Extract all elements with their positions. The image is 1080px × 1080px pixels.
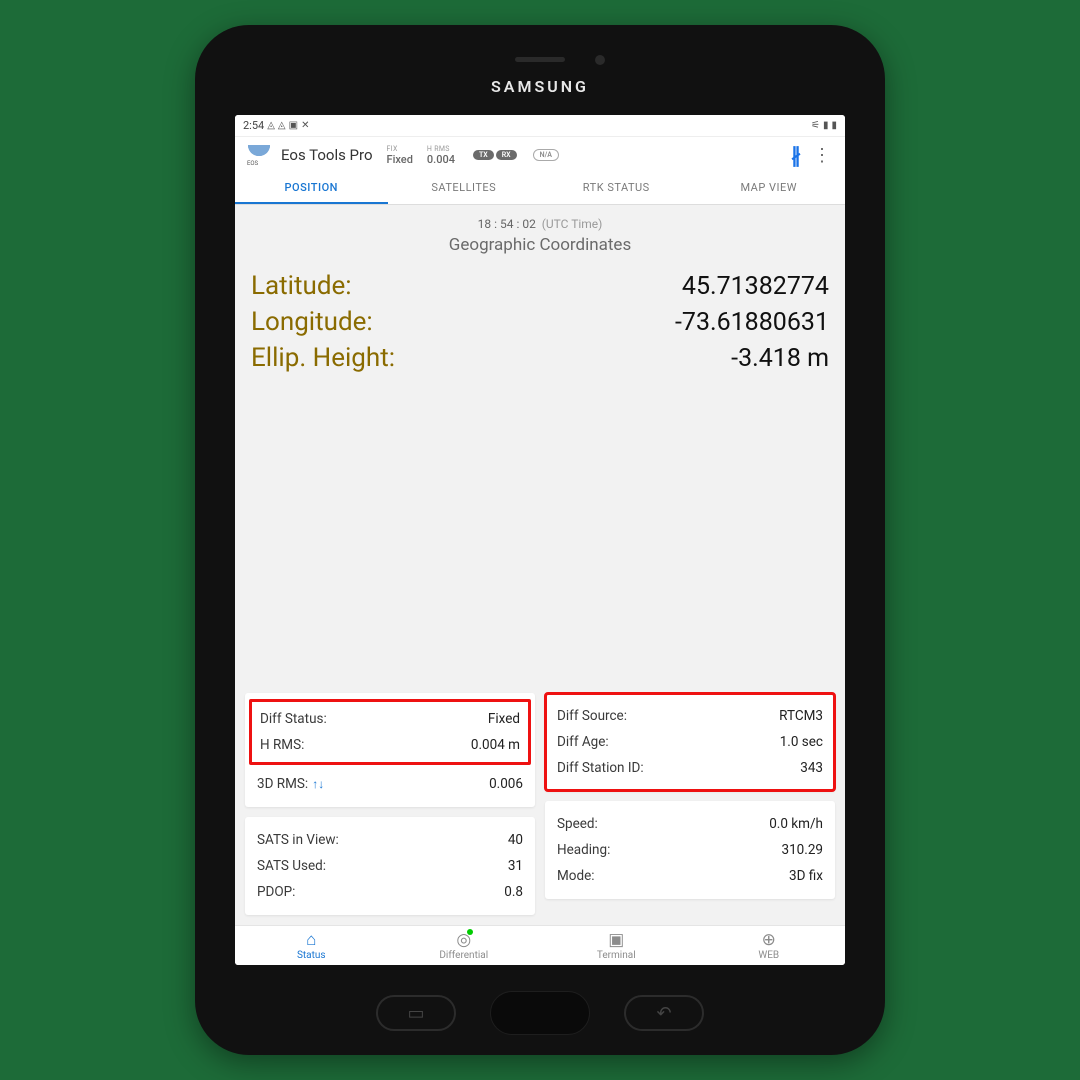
tab-position[interactable]: POSITION [235,171,388,204]
header-fix-status: FIX Fixed [387,145,413,166]
diff-station-label: Diff Station ID: [557,760,644,776]
android-statusbar: 2:54 ◬ ◬ ▣ ✕ ⚟ ▮ ▮ [235,115,845,137]
tab-satellites[interactable]: SATELLITES [388,171,541,204]
eos-logo-icon [245,145,273,165]
hrms-value: 0.004 m [471,737,520,753]
latitude-value: 45.71382774 [682,272,829,301]
diff-status-value: Fixed [488,711,520,727]
header-hrms: H RMS 0.004 [427,145,455,166]
device-brand: SAMSUNG [195,77,885,96]
3drms-label: 3D RMS: [257,776,308,792]
diff-source-label: Diff Source: [557,708,627,724]
coord-latitude: Latitude: 45.71382774 [251,271,829,301]
sats-used-value: 31 [508,858,523,874]
heading-value: 310.29 [782,842,824,858]
card-sats: SATS in View: 40 SATS Used: 31 PDOP: 0.8 [245,817,535,915]
hrms-label: H RMS [427,145,450,153]
diff-status-label: Diff Status: [260,711,327,727]
bottom-nav: ⌂ Status ◎ Differential ▣ Terminal ⊕ WEB [235,925,845,965]
device-speaker [515,57,565,62]
ellip-height-label: Ellip. Height: [251,343,395,373]
nav-status-label: Status [297,950,326,961]
utc-time-row: 18 : 54 : 02 (UTC Time) [245,217,835,231]
row-3drms[interactable]: 3D RMS: ↑↓ 0.006 [257,771,523,797]
hrms-label: H RMS: [260,737,304,753]
app-header: Eos Tools Pro FIX Fixed H RMS 0.004 TX R… [235,137,845,171]
app-title: Eos Tools Pro [281,146,373,164]
tab-rtk-status[interactable]: RTK STATUS [540,171,693,204]
globe-icon: ⊕ [762,932,776,949]
overflow-menu-icon[interactable]: ⋮ [809,145,835,166]
nav-status[interactable]: ⌂ Status [235,926,388,965]
pdop-label: PDOP: [257,884,295,900]
home-icon: ⌂ [306,932,316,949]
top-tabs: POSITION SATELLITES RTK STATUS MAP VIEW [235,171,845,205]
nav-terminal[interactable]: ▣ Terminal [540,926,693,965]
app-screen: 2:54 ◬ ◬ ▣ ✕ ⚟ ▮ ▮ Eos Tools Pro FIX Fix… [235,115,845,965]
na-pill: N/A [533,149,559,161]
diff-age-label: Diff Age: [557,734,609,750]
sats-used-label: SATS Used: [257,858,326,874]
utc-time: 18 : 54 : 02 [478,217,536,231]
nav-web[interactable]: ⊕ WEB [693,926,846,965]
cloud-icon: ◬ [278,120,286,131]
latitude-label: Latitude: [251,271,352,301]
card-diff-source: Diff Source: RTCM3 Diff Age: 1.0 sec Diff … [545,693,835,791]
pdop-value: 0.8 [504,884,523,900]
3drms-value: 0.006 [489,776,523,792]
diff-station-value: 343 [800,760,823,776]
close-icon: ✕ [301,120,309,131]
nav-web-label: WEB [758,950,779,961]
utc-label: (UTC Time) [542,217,603,231]
diff-source-value: RTCM3 [779,708,823,724]
speed-value: 0.0 km/h [769,816,823,832]
section-title: Geographic Coordinates [245,235,835,255]
main-content: 18 : 54 : 02 (UTC Time) Geographic Coord… [235,205,845,925]
tab-map-view[interactable]: MAP VIEW [693,171,846,204]
mode-value: 3D fix [789,868,823,884]
terminal-icon: ▣ [608,932,624,949]
device-recent-button[interactable]: ▭ [376,995,456,1031]
highlight-diff-hrms: Diff Status: Fixed H RMS: 0.004 m [249,699,531,765]
rx-pill: RX [496,150,517,160]
diff-age-value: 1.0 sec [780,734,823,750]
heading-label: Heading: [557,842,610,858]
coord-longitude: Longitude: -73.61880631 [251,307,829,337]
app-icon: ▣ [289,120,298,131]
sats-view-value: 40 [508,832,523,848]
active-dot-icon [467,929,473,935]
speed-label: Speed: [557,816,598,832]
device-home-button[interactable] [490,991,590,1035]
status-cards-row1: Diff Status: Fixed H RMS: 0.004 m 3D RMS: ↑… [245,693,835,915]
coord-ellip-height: Ellip. Height: -3.418 m [251,343,829,373]
fix-value: Fixed [387,153,413,166]
battery-icon: ▮ [831,120,837,131]
sort-icon: ↑↓ [312,777,324,791]
nav-differential[interactable]: ◎ Differential [388,926,541,965]
ellip-height-value: -3.418 m [731,344,829,373]
signal-icon: ▮ [823,120,829,131]
cloud-icon: ◬ [267,120,275,131]
coordinates-block: Latitude: 45.71382774 Longitude: -73.618… [245,265,835,385]
device-back-button[interactable]: ↶ [624,995,704,1031]
card-diff-rms: Diff Status: Fixed H RMS: 0.004 m 3D RMS: ↑… [245,693,535,807]
mode-label: Mode: [557,868,595,884]
device-nav-buttons: ▭ ↶ [195,991,885,1035]
fix-label: FIX [387,145,398,153]
bluetooth-icon[interactable]: ∦ [791,143,801,167]
hrms-value: 0.004 [427,153,455,166]
txrx-indicator: TX RX [473,150,517,160]
nav-term-label: Terminal [597,950,636,961]
longitude-label: Longitude: [251,307,373,337]
tablet-frame: SAMSUNG 2:54 ◬ ◬ ▣ ✕ ⚟ ▮ ▮ Eos Tools Pro… [195,25,885,1055]
sats-view-label: SATS in View: [257,832,339,848]
tx-pill: TX [473,150,494,160]
longitude-value: -73.61880631 [675,308,829,337]
wifi-icon: ⚟ [811,120,820,131]
nav-diff-label: Differential [439,950,488,961]
card-motion: Speed: 0.0 km/h Heading: 310.29 Mode: 3D fi… [545,801,835,899]
device-camera [595,55,605,65]
statusbar-time: 2:54 [243,119,264,132]
